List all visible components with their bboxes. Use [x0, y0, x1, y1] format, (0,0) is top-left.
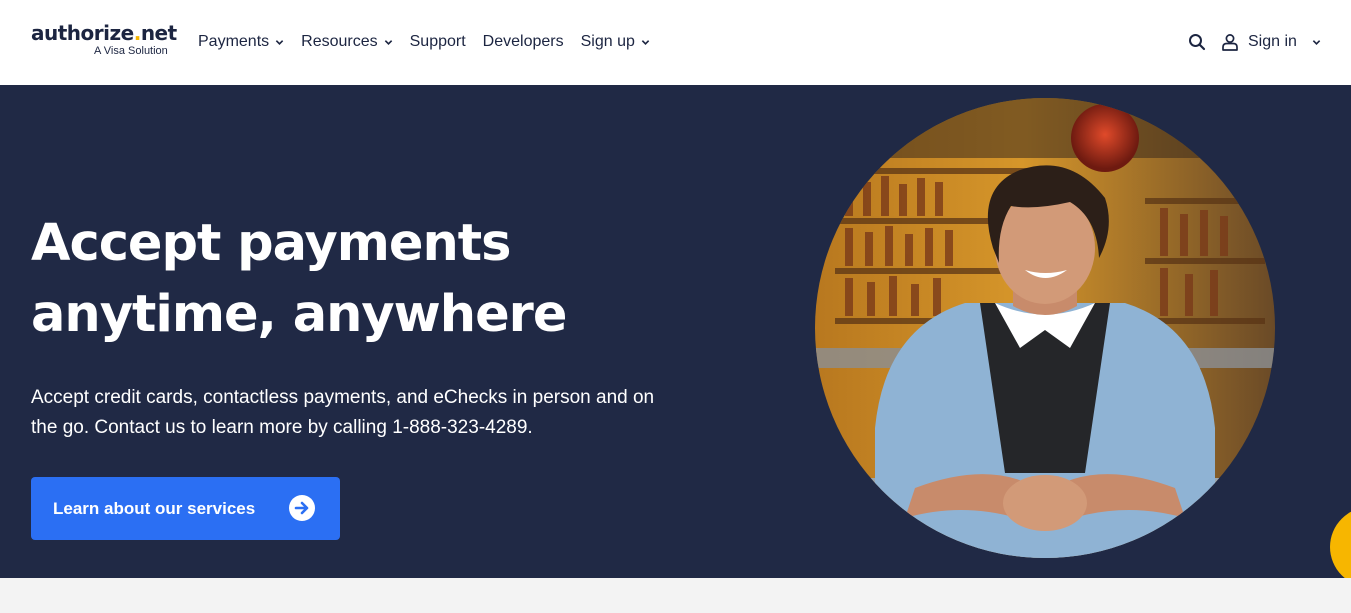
chevron-down-icon	[384, 39, 392, 45]
learn-about-services-button[interactable]: Learn about our services	[31, 477, 340, 540]
chevron-down-icon	[1312, 39, 1321, 45]
decorative-yellow-shape	[1330, 507, 1351, 578]
nav-item-sign-up[interactable]: Sign up	[581, 33, 650, 51]
user-icon	[1222, 34, 1238, 51]
cta-label: Learn about our services	[53, 498, 256, 518]
chevron-down-icon	[275, 39, 284, 45]
hero-headline: Accept payments anytime, anywhere	[31, 214, 567, 344]
header-actions: Sign in	[1187, 30, 1321, 54]
top-navigation-bar: authorize.net A Visa Solution Payments R…	[0, 0, 1351, 85]
logo-tagline: A Visa Solution	[94, 45, 168, 57]
chevron-down-icon	[641, 39, 650, 45]
sign-in-menu[interactable]: Sign in	[1221, 33, 1321, 51]
hero-section: Accept payments anytime, anywhere Accept…	[0, 85, 1351, 578]
nav-item-support[interactable]: Support	[410, 33, 466, 51]
search-icon[interactable]	[1187, 32, 1207, 52]
smiling-bartender-photo	[815, 98, 1275, 558]
sign-in-label: Sign in	[1248, 33, 1297, 50]
page-bottom-area	[0, 578, 1351, 613]
nav-item-developers[interactable]: Developers	[483, 33, 564, 51]
arrow-right-circle-icon	[289, 495, 315, 521]
hero-subtext: Accept credit cards, contactless payment…	[31, 387, 655, 438]
logo-wordmark: authorize.net	[31, 21, 177, 45]
authorize-net-logo[interactable]: authorize.net A Visa Solution	[31, 21, 177, 57]
nav-item-resources[interactable]: Resources	[301, 33, 392, 51]
main-nav: Payments Resources Support Developers Si…	[198, 31, 667, 53]
nav-item-payments[interactable]: Payments	[198, 33, 284, 51]
